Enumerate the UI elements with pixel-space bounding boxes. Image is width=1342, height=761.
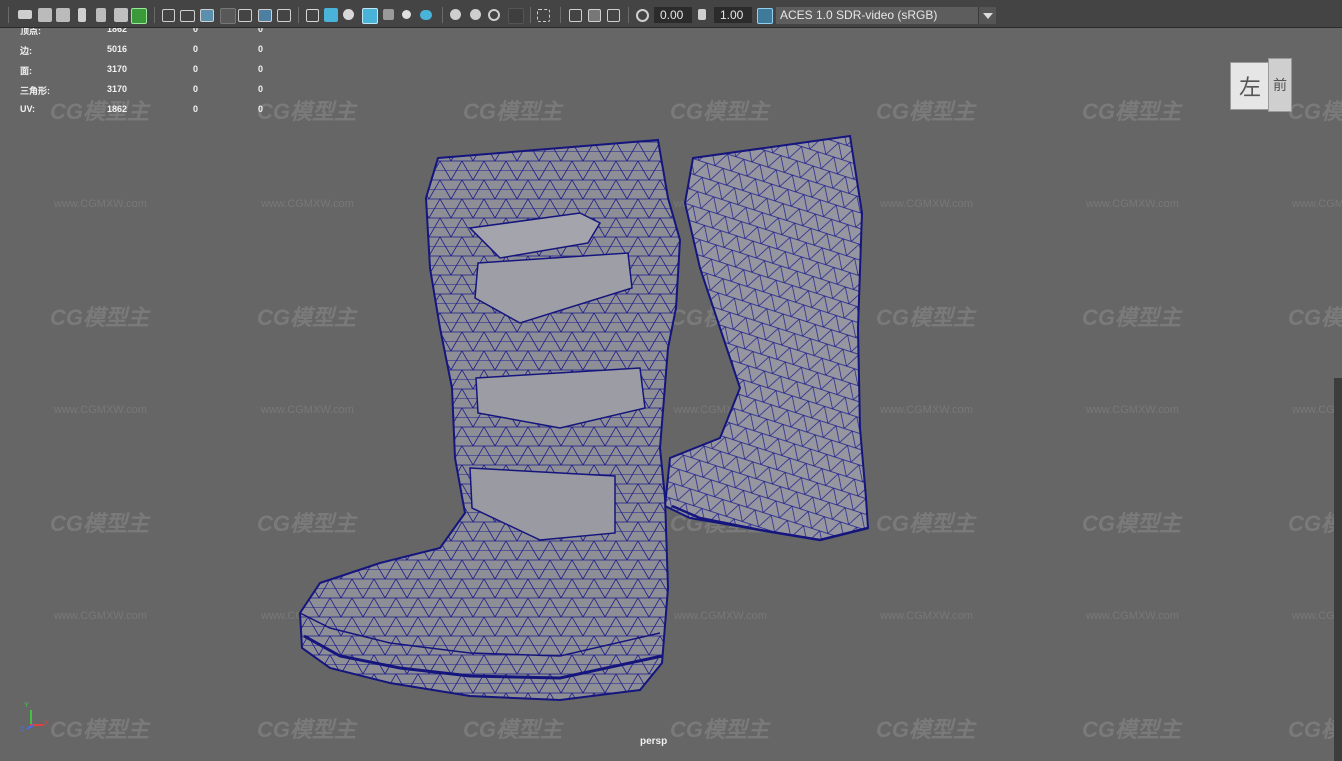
panel-toolbar: 0.00 1.00 ACES 1.0 SDR-video (sRGB) xyxy=(0,0,1342,28)
gamma-icon[interactable] xyxy=(698,9,706,20)
textured-icon[interactable] xyxy=(383,9,394,20)
camera-attributes-icon[interactable] xyxy=(38,8,52,22)
toolbar-separator xyxy=(442,7,443,23)
field-chart-icon[interactable] xyxy=(238,9,252,22)
boots-model[interactable] xyxy=(0,28,1342,761)
x-axis-label: X xyxy=(44,720,49,727)
safe-title-icon[interactable] xyxy=(277,9,291,22)
resolution-gate-icon[interactable] xyxy=(200,9,214,22)
view-cube-front-face[interactable]: 前 xyxy=(1268,58,1292,112)
hud-label: 边: xyxy=(20,46,32,56)
hud-value: 3170 xyxy=(107,84,128,94)
shadows-icon[interactable] xyxy=(420,10,432,20)
color-space-dropdown[interactable]: ACES 1.0 SDR-video (sRGB) xyxy=(776,7,996,24)
grease-pencil-icon[interactable] xyxy=(131,8,147,24)
camera-icon[interactable] xyxy=(18,10,32,19)
hud-row: UV: 1862 0 0 xyxy=(20,104,280,118)
hud-label: 三角形: xyxy=(20,86,50,96)
wireframe-icon[interactable] xyxy=(306,9,319,22)
screen-space-ao-icon[interactable] xyxy=(450,9,461,20)
hud-row: 面: 3170 0 0 xyxy=(20,64,280,78)
image-plane-icon[interactable] xyxy=(96,8,106,22)
hud-value: 0 xyxy=(193,104,199,114)
z-axis-line xyxy=(26,724,34,730)
hud-label: 顶点: xyxy=(20,28,41,36)
hud-value: 0 xyxy=(193,64,199,74)
light-icon[interactable] xyxy=(402,10,411,19)
gamma-field[interactable]: 1.00 xyxy=(714,7,752,23)
bookmark-icon[interactable] xyxy=(78,8,86,22)
hud-value: 0 xyxy=(258,84,264,94)
hud-value: 0 xyxy=(258,64,264,74)
hud-value: 0 xyxy=(193,28,199,34)
toolbar-separator xyxy=(628,7,629,23)
z-axis-label: Z xyxy=(20,726,25,733)
view-cube-left-face[interactable]: 左 xyxy=(1230,62,1270,110)
default-material-icon[interactable] xyxy=(343,9,354,20)
hud-value: 3170 xyxy=(107,64,128,74)
viewport-right-edge xyxy=(1334,378,1342,761)
hud-value: 0 xyxy=(258,28,264,34)
chevron-down-icon[interactable] xyxy=(978,7,996,24)
depth-of-field-icon[interactable] xyxy=(508,8,524,24)
hud-value: 0 xyxy=(193,44,199,54)
y-axis-label: Y xyxy=(24,702,29,709)
hud-row: 三角形: 3170 0 0 xyxy=(20,84,280,98)
hud-value: 1862 xyxy=(107,28,128,34)
wireframe-on-shaded-icon[interactable] xyxy=(362,8,378,24)
pan-zoom-icon[interactable] xyxy=(114,8,128,22)
isolate-icon[interactable] xyxy=(537,9,550,22)
toolbar-separator xyxy=(8,7,9,23)
boot-front xyxy=(298,138,682,702)
camera-label: persp xyxy=(640,736,668,747)
toolbar-separator xyxy=(560,7,561,23)
film-gate-icon[interactable] xyxy=(180,10,195,22)
view-cube[interactable]: 左 前 xyxy=(1230,58,1292,114)
exposure-field[interactable]: 0.00 xyxy=(654,7,692,23)
grid-icon[interactable] xyxy=(162,9,175,22)
hud-row: 顶点: 1862 0 0 xyxy=(20,28,280,38)
toolbar-separator xyxy=(298,7,299,23)
safe-action-icon[interactable] xyxy=(258,9,272,22)
toolbar-separator xyxy=(530,7,531,23)
hud-label: 面: xyxy=(20,66,32,76)
view-transform-icon[interactable] xyxy=(757,8,773,24)
boot-back xyxy=(663,134,870,542)
hud-value: 0 xyxy=(258,104,264,114)
hud-value: 5016 xyxy=(107,44,128,54)
motion-blur-icon[interactable] xyxy=(470,9,481,20)
exposure-icon[interactable] xyxy=(636,9,649,22)
axis-gizmo: Y X Z xyxy=(20,702,50,733)
shaded-cube-icon[interactable] xyxy=(324,8,338,22)
toolbar-separator xyxy=(154,7,155,23)
hud-value: 1862 xyxy=(107,104,128,114)
gate-mask-icon[interactable] xyxy=(220,8,236,24)
hud-value: 0 xyxy=(258,44,264,54)
camera-lock-icon[interactable] xyxy=(56,8,70,22)
anti-aliasing-icon[interactable] xyxy=(488,9,500,21)
xray-icon[interactable] xyxy=(569,9,582,22)
xray-components-icon[interactable] xyxy=(607,9,620,22)
hud-label: UV: xyxy=(20,104,36,114)
viewport-persp[interactable]: CG模型主CG模型主CG模型主CG模型主CG模型主CG模型主CG模型主CG模型主… xyxy=(0,28,1342,761)
xray-joints-icon[interactable] xyxy=(588,9,601,22)
hud-row: 边: 5016 0 0 xyxy=(20,44,280,58)
hud-value: 0 xyxy=(193,84,199,94)
